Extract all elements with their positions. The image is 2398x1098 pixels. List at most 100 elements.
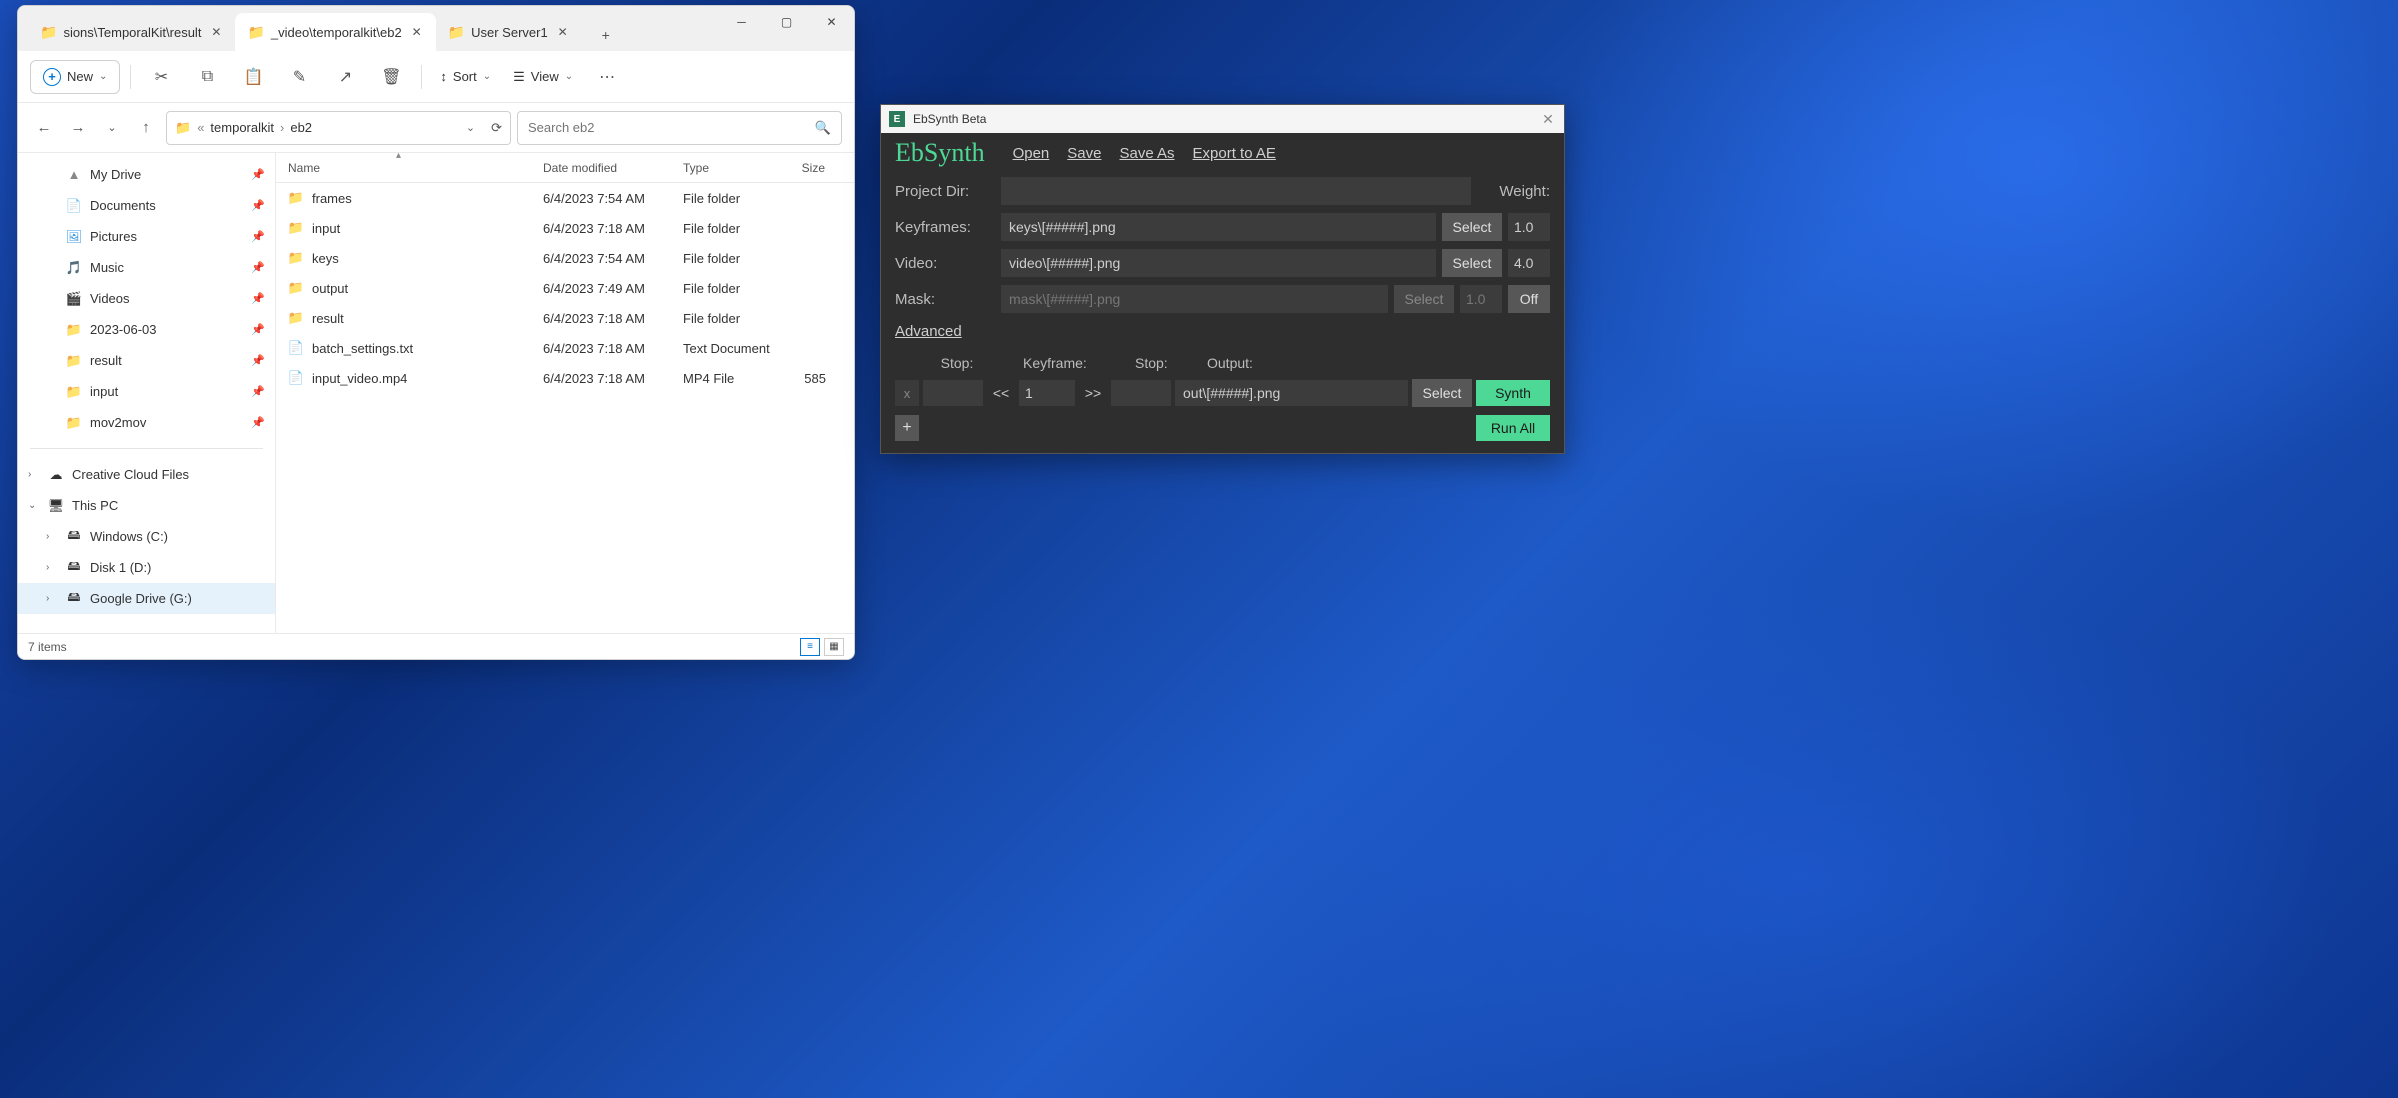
saveas-link[interactable]: Save As	[1119, 145, 1174, 162]
file-row[interactable]: 📁output6/4/2023 7:49 AMFile folder	[276, 273, 854, 303]
forward-button[interactable]: →	[64, 114, 92, 142]
expand-icon[interactable]: ›	[46, 562, 49, 573]
rename-icon[interactable]: ✎	[279, 60, 319, 94]
share-icon[interactable]: ↗	[325, 60, 365, 94]
project-input[interactable]	[1001, 177, 1471, 205]
sidebar-nav-item[interactable]: ›🖴Disk 1 (D:)	[18, 552, 275, 583]
breadcrumb-item[interactable]: eb2	[290, 120, 312, 135]
sidebar-item[interactable]: 📁result📌	[18, 345, 275, 376]
close-tab-icon[interactable]: ✕	[408, 23, 426, 41]
sidebar-item[interactable]: 📁mov2mov📌	[18, 407, 275, 438]
sort-button[interactable]: ↕ Sort ⌄	[432, 60, 499, 94]
open-link[interactable]: Open	[1013, 145, 1050, 162]
expand-icon[interactable]: ›	[46, 593, 49, 604]
view-button[interactable]: ☰ View ⌄	[505, 60, 581, 94]
search-input[interactable]	[528, 120, 809, 135]
close-icon[interactable]: ✕	[1538, 109, 1558, 129]
sidebar-nav-item[interactable]: ›☁Creative Cloud Files	[18, 459, 275, 490]
new-tab-button[interactable]: +	[590, 19, 622, 51]
recent-dropdown[interactable]: ⌄	[98, 114, 126, 142]
col-size[interactable]: Size	[783, 161, 838, 175]
synth-button[interactable]: Synth	[1476, 380, 1550, 406]
select-video-button[interactable]: Select	[1442, 249, 1502, 277]
export-link[interactable]: Export to AE	[1193, 145, 1276, 162]
save-link[interactable]: Save	[1067, 145, 1101, 162]
minimize-button[interactable]: ─	[719, 6, 764, 38]
pin-icon[interactable]: 📌	[251, 230, 265, 243]
expand-icon[interactable]: ›	[28, 469, 31, 480]
ebsynth-titlebar[interactable]: E EbSynth Beta ✕	[881, 105, 1564, 133]
sidebar-item[interactable]: 🎵Music📌	[18, 252, 275, 283]
sidebar-item[interactable]: 🖼Pictures📌	[18, 221, 275, 252]
col-type[interactable]: Type	[671, 161, 783, 175]
chevron-down-icon[interactable]: ⌄	[466, 121, 475, 134]
cut-icon[interactable]: ✂	[141, 60, 181, 94]
video-weight-input[interactable]	[1508, 249, 1550, 277]
pin-icon[interactable]: 📌	[251, 354, 265, 367]
sidebar-item[interactable]: 📁2023-06-03📌	[18, 314, 275, 345]
runall-button[interactable]: Run All	[1476, 415, 1550, 441]
stop2-input[interactable]	[1111, 380, 1171, 406]
file-row[interactable]: 📁keys6/4/2023 7:54 AMFile folder	[276, 243, 854, 273]
close-button[interactable]: ✕	[809, 6, 854, 38]
sidebar-item[interactable]: 🎬Videos📌	[18, 283, 275, 314]
refresh-icon[interactable]: ⟳	[491, 120, 502, 136]
tab[interactable]: 📁User Server1✕	[436, 13, 582, 51]
sidebar-item[interactable]: 📁input📌	[18, 376, 275, 407]
advanced-link[interactable]: Advanced	[895, 323, 962, 340]
close-tab-icon[interactable]: ✕	[554, 23, 572, 41]
pin-icon[interactable]: 📌	[251, 323, 265, 336]
sidebar-nav-item[interactable]: ⌄🖥This PC	[18, 490, 275, 521]
stop1-input[interactable]	[923, 380, 983, 406]
pin-icon[interactable]: 📌	[251, 199, 265, 212]
file-row[interactable]: 📁frames6/4/2023 7:54 AMFile folder	[276, 183, 854, 213]
expand-icon[interactable]: ›	[46, 531, 49, 542]
sidebar-item[interactable]: ▲My Drive📌	[18, 159, 275, 190]
paste-icon[interactable]: 📋	[233, 60, 273, 94]
address-bar[interactable]: 📁 « temporalkit › eb2 ⌄ ⟳	[166, 111, 511, 145]
keyframes-input[interactable]	[1001, 213, 1436, 241]
keyframe-input[interactable]	[1019, 380, 1075, 406]
sidebar-nav-item[interactable]: ›🖴Google Drive (G:)	[18, 583, 275, 614]
tab[interactable]: 📁sions\TemporalKit\result✕	[28, 13, 235, 51]
col-name[interactable]: Name	[276, 161, 531, 175]
select-mask-button[interactable]: Select	[1394, 285, 1454, 313]
more-icon[interactable]: ⋯	[587, 60, 627, 94]
new-button[interactable]: + New ⌄	[30, 60, 120, 94]
output-input[interactable]	[1175, 380, 1408, 406]
video-input[interactable]	[1001, 249, 1436, 277]
sidebar-nav-item[interactable]: ›🖴Windows (C:)	[18, 521, 275, 552]
pin-icon[interactable]: 📌	[251, 168, 265, 181]
mask-input[interactable]	[1001, 285, 1388, 313]
up-button[interactable]: ↑	[132, 114, 160, 142]
copy-icon[interactable]: ⧉	[187, 60, 227, 94]
maximize-button[interactable]: ▢	[764, 6, 809, 38]
pin-icon[interactable]: 📌	[251, 261, 265, 274]
file-row[interactable]: 📁input6/4/2023 7:18 AMFile folder	[276, 213, 854, 243]
search-box[interactable]: 🔍	[517, 111, 842, 145]
keyframes-weight-input[interactable]	[1508, 213, 1550, 241]
pin-icon[interactable]: 📌	[251, 385, 265, 398]
pin-icon[interactable]: 📌	[251, 416, 265, 429]
tab-label: User Server1	[471, 25, 548, 40]
add-row-button[interactable]: +	[895, 415, 919, 441]
sidebar-item[interactable]: 📄Documents📌	[18, 190, 275, 221]
tab[interactable]: 📁_video\temporalkit\eb2✕	[235, 13, 435, 51]
file-row[interactable]: 📄input_video.mp46/4/2023 7:18 AMMP4 File…	[276, 363, 854, 393]
mask-off-button[interactable]: Off	[1508, 285, 1550, 313]
remove-row-button[interactable]: x	[895, 380, 919, 406]
thumbnails-view-button[interactable]: ▦	[824, 638, 844, 656]
file-row[interactable]: 📁result6/4/2023 7:18 AMFile folder	[276, 303, 854, 333]
back-button[interactable]: ←	[30, 114, 58, 142]
delete-icon[interactable]: 🗑	[371, 60, 411, 94]
select-keyframes-button[interactable]: Select	[1442, 213, 1502, 241]
breadcrumb-item[interactable]: temporalkit	[210, 120, 274, 135]
expand-icon[interactable]: ⌄	[28, 500, 36, 511]
close-tab-icon[interactable]: ✕	[207, 23, 225, 41]
pin-icon[interactable]: 📌	[251, 292, 265, 305]
details-view-button[interactable]: ≡	[800, 638, 820, 656]
mask-weight-input[interactable]	[1460, 285, 1502, 313]
col-date[interactable]: Date modified	[531, 161, 671, 175]
file-row[interactable]: 📄batch_settings.txt6/4/2023 7:18 AMText …	[276, 333, 854, 363]
select-output-button[interactable]: Select	[1412, 379, 1472, 407]
